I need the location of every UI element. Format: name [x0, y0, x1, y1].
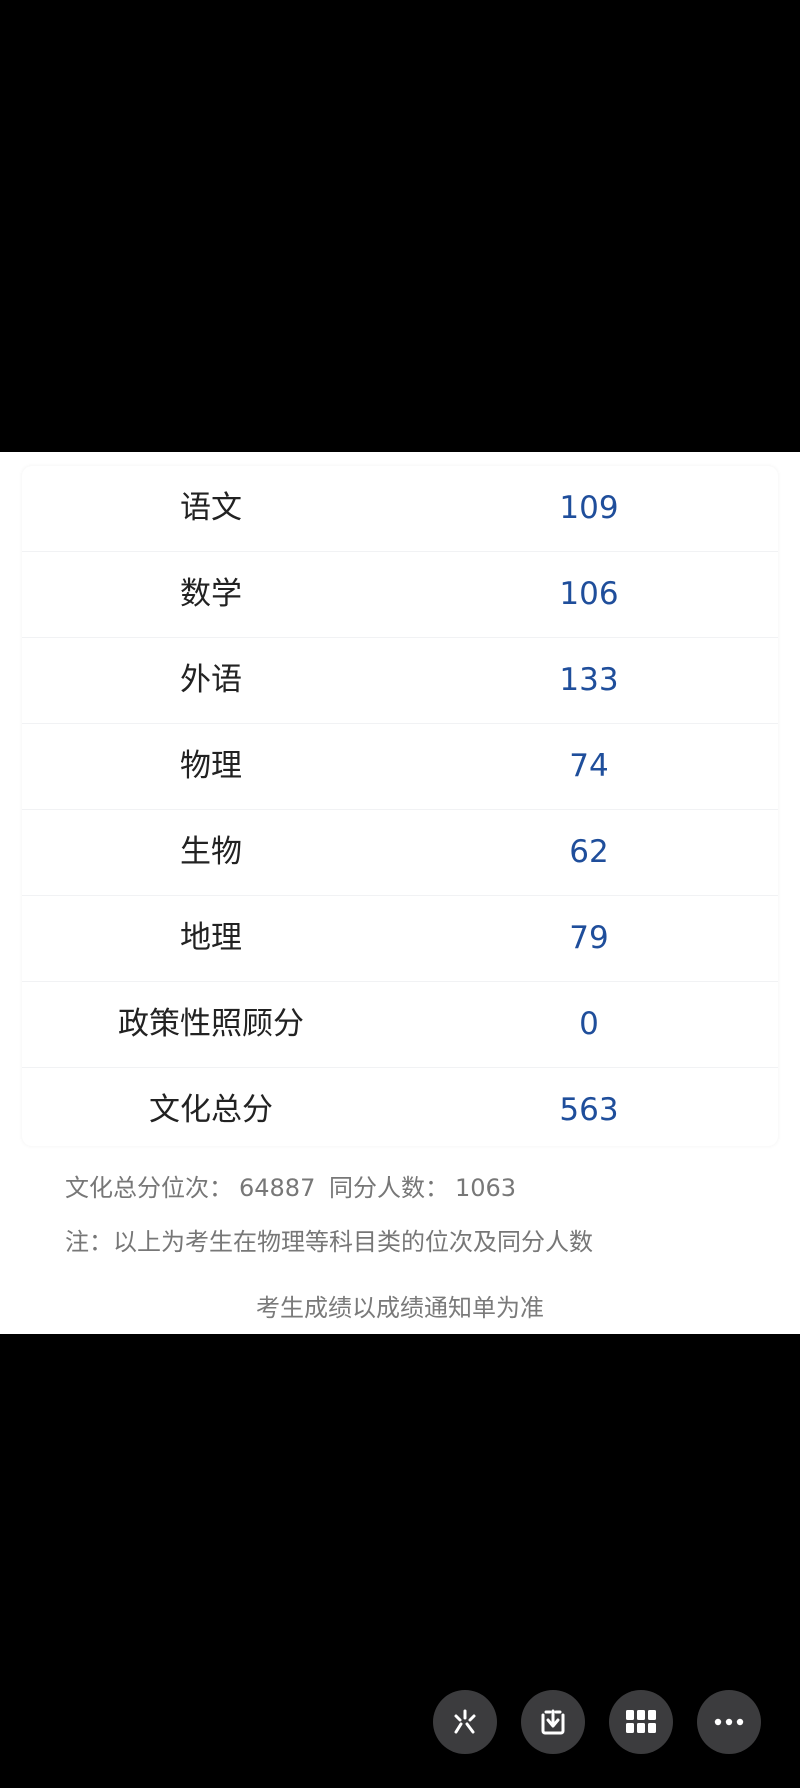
score-row: 数学 106 [22, 552, 778, 638]
total-score-value: 563 [559, 1092, 619, 1128]
score-row: 政策性照顾分 0 [22, 982, 778, 1068]
sparkle-button[interactable] [433, 1690, 497, 1754]
sparkle-icon [450, 1707, 480, 1737]
score-value: 62 [569, 834, 609, 870]
same-score-label: 同分人数： [329, 1174, 449, 1202]
rank-value: 64887 [239, 1174, 316, 1202]
subject-label: 文化总分 [149, 1092, 273, 1128]
score-row: 地理 79 [22, 896, 778, 982]
more-button[interactable] [697, 1690, 761, 1754]
subject-label: 数学 [180, 576, 242, 612]
download-icon [538, 1707, 568, 1737]
rank-info: 文化总分位次： 64887 同分人数： 1063 [65, 1168, 522, 1203]
subject-label: 物理 [180, 748, 242, 784]
score-row: 生物 62 [22, 810, 778, 896]
score-value: 133 [559, 662, 619, 698]
score-row: 物理 74 [22, 724, 778, 810]
grid-icon [625, 1709, 657, 1735]
same-score-value: 1063 [455, 1174, 517, 1202]
score-panel: 语文 109 数学 106 外语 133 物理 74 生物 62 地理 79 政… [0, 452, 800, 1334]
score-value: 0 [579, 1006, 599, 1042]
subject-label: 生物 [180, 834, 242, 870]
rank-label: 文化总分位次： [65, 1174, 233, 1202]
score-table: 语文 109 数学 106 外语 133 物理 74 生物 62 地理 79 政… [22, 466, 778, 1146]
note-text: 注：以上为考生在物理等科目类的位次及同分人数 [65, 1228, 593, 1256]
subject-label: 政策性照顾分 [118, 1006, 304, 1042]
more-icon [714, 1718, 744, 1726]
score-value: 79 [569, 920, 609, 956]
grid-button[interactable] [609, 1690, 673, 1754]
score-row-total: 文化总分 563 [22, 1068, 778, 1153]
subject-label: 地理 [180, 920, 242, 956]
disclaimer-text: 考生成绩以成绩通知单为准 [256, 1294, 544, 1322]
score-row: 语文 109 [22, 466, 778, 552]
viewer-toolbar [0, 1690, 800, 1754]
score-value: 106 [559, 576, 619, 612]
subject-label: 语文 [180, 490, 242, 526]
download-button[interactable] [521, 1690, 585, 1754]
score-value: 74 [569, 748, 609, 784]
score-value: 109 [559, 490, 619, 526]
score-row: 外语 133 [22, 638, 778, 724]
subject-label: 外语 [180, 662, 242, 698]
